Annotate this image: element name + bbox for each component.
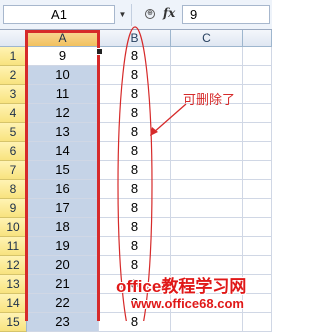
cell-d[interactable] — [243, 161, 272, 180]
row-header[interactable]: 14 — [0, 294, 27, 313]
cell-b[interactable]: 8 — [99, 199, 171, 218]
row-header[interactable]: 1 — [0, 47, 27, 66]
cell-c[interactable] — [171, 142, 243, 161]
cell-b[interactable]: 8 — [99, 142, 171, 161]
row-header[interactable]: 3 — [0, 85, 27, 104]
cell-d[interactable] — [243, 313, 272, 332]
column-header-c[interactable]: C — [171, 30, 243, 47]
cell-d[interactable] — [243, 85, 272, 104]
column-header-d[interactable] — [243, 30, 272, 47]
cell-d[interactable] — [243, 123, 272, 142]
table-row: 10 18 8 — [0, 218, 272, 237]
cell-c[interactable] — [171, 218, 243, 237]
row-header[interactable]: 13 — [0, 275, 27, 294]
row-header[interactable]: 6 — [0, 142, 27, 161]
row-header[interactable]: 11 — [0, 237, 27, 256]
cell-d[interactable] — [243, 104, 272, 123]
cell-d[interactable] — [243, 199, 272, 218]
cell-c[interactable] — [171, 199, 243, 218]
table-row: 11 19 8 — [0, 237, 272, 256]
table-row: 6 14 8 — [0, 142, 272, 161]
cell-a[interactable]: 22 — [27, 294, 99, 313]
cell-c[interactable] — [171, 237, 243, 256]
cell-a[interactable]: 9 — [27, 47, 99, 66]
cell-d[interactable] — [243, 256, 272, 275]
cell-c[interactable] — [171, 180, 243, 199]
row-header[interactable]: 2 — [0, 66, 27, 85]
cell-a[interactable]: 20 — [27, 256, 99, 275]
annotation-label: 可删除了 — [183, 93, 236, 108]
fill-handle[interactable] — [96, 48, 103, 55]
column-header-b[interactable]: B — [99, 30, 171, 47]
table-row: 15 23 8 — [0, 313, 272, 332]
cell-a[interactable]: 13 — [27, 123, 99, 142]
select-all-corner[interactable] — [0, 30, 27, 47]
row-header[interactable]: 4 — [0, 104, 27, 123]
cell-a[interactable]: 18 — [27, 218, 99, 237]
row-header[interactable]: 9 — [0, 199, 27, 218]
row-header[interactable]: 10 — [0, 218, 27, 237]
cell-a[interactable]: 16 — [27, 180, 99, 199]
cell-d[interactable] — [243, 275, 272, 294]
name-box-dropdown-icon[interactable]: ▼ — [117, 5, 128, 24]
cell-b[interactable]: 8 — [99, 104, 171, 123]
cell-a[interactable]: 15 — [27, 161, 99, 180]
formula-bar: A1 ▼ ⊕ fx 9 — [0, 0, 272, 30]
zoom-icon[interactable]: ⊕ — [145, 9, 155, 19]
cell-d[interactable] — [243, 294, 272, 313]
cell-d[interactable] — [243, 142, 272, 161]
cell-b[interactable]: 8 — [99, 85, 171, 104]
name-box[interactable]: A1 — [3, 5, 115, 24]
table-row: 2 10 8 — [0, 66, 272, 85]
cell-a[interactable]: 17 — [27, 199, 99, 218]
watermark-url: www.office68.com — [131, 296, 244, 311]
cell-b[interactable]: 8 — [99, 47, 171, 66]
cell-b[interactable]: 8 — [99, 180, 171, 199]
cell-a[interactable]: 23 — [27, 313, 99, 332]
table-row: 8 16 8 — [0, 180, 272, 199]
cell-b[interactable]: 8 — [99, 218, 171, 237]
row-header[interactable]: 15 — [0, 313, 27, 332]
cell-c[interactable] — [171, 161, 243, 180]
watermark-title: office教程学习网 — [116, 277, 247, 296]
cell-d[interactable] — [243, 47, 272, 66]
row-header[interactable]: 7 — [0, 161, 27, 180]
column-header-a[interactable]: A — [27, 30, 99, 47]
cell-b[interactable]: 8 — [99, 66, 171, 85]
table-row: 7 15 8 — [0, 161, 272, 180]
cell-c[interactable] — [171, 123, 243, 142]
cell-d[interactable] — [243, 237, 272, 256]
cell-b[interactable]: 8 — [99, 237, 171, 256]
cell-c[interactable] — [171, 313, 243, 332]
row-header[interactable]: 8 — [0, 180, 27, 199]
row-header[interactable]: 5 — [0, 123, 27, 142]
cell-a[interactable]: 19 — [27, 237, 99, 256]
table-row: 9 17 8 — [0, 199, 272, 218]
formula-input[interactable]: 9 — [182, 5, 270, 24]
cell-c[interactable] — [171, 47, 243, 66]
table-row: 198 — [0, 47, 272, 66]
cell-d[interactable] — [243, 180, 272, 199]
cell-a[interactable]: 10 — [27, 66, 99, 85]
cell-a[interactable]: 11 — [27, 85, 99, 104]
insert-function-button[interactable]: fx — [163, 6, 175, 20]
cell-a[interactable]: 21 — [27, 275, 99, 294]
cell-a[interactable]: 14 — [27, 142, 99, 161]
table-row: 5 13 8 — [0, 123, 272, 142]
cell-b[interactable]: 8 — [99, 123, 171, 142]
cell-b[interactable]: 8 — [99, 313, 171, 332]
cell-a[interactable]: 12 — [27, 104, 99, 123]
cell-c[interactable] — [171, 66, 243, 85]
cell-d[interactable] — [243, 218, 272, 237]
cell-b[interactable]: 8 — [99, 161, 171, 180]
cell-d[interactable] — [243, 66, 272, 85]
formula-bar-separator — [131, 4, 132, 26]
row-header[interactable]: 12 — [0, 256, 27, 275]
